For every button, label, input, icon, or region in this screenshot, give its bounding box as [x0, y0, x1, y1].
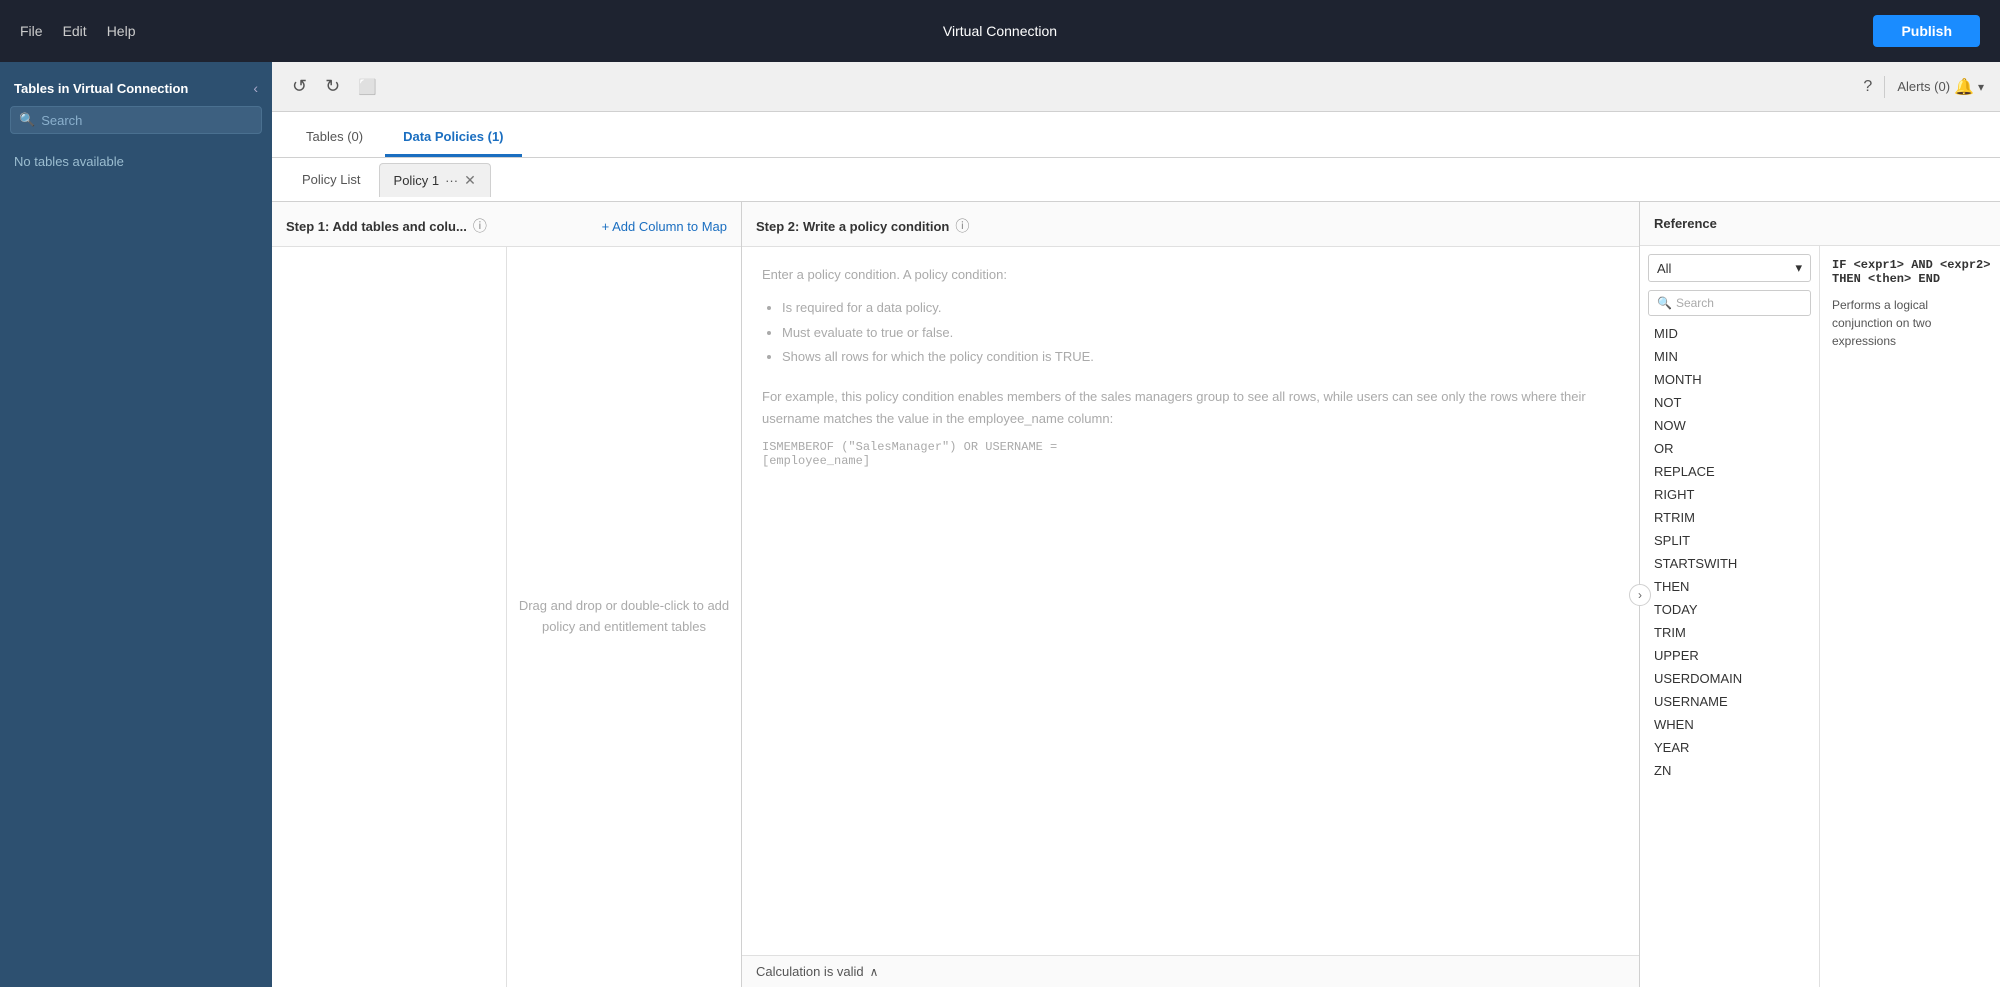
policy-example-text: For example, this policy condition enabl…: [762, 386, 1619, 430]
step1-entitlement-col: Drag and drop or double-click to addpoli…: [507, 247, 741, 987]
sidebar-collapse-button[interactable]: ‹: [253, 80, 258, 96]
right-content: ↺ ↻ ⬜ ? Alerts (0) 🔔 ▾ Tables (0) Data P…: [272, 62, 2000, 987]
reference-list: All ▾ 🔍 MIDMINMONTHNOTNOWORREPLACERIGHTR…: [1640, 246, 1820, 987]
reference-item[interactable]: ZN: [1640, 759, 1819, 782]
step1-info-icon[interactable]: ⓘ: [473, 216, 487, 236]
calculation-valid-bar: Calculation is valid ∧: [742, 955, 1639, 987]
step2-panel: Step 2: Write a policy condition ⓘ Enter…: [742, 202, 1640, 987]
toolbar-divider: [1884, 76, 1885, 98]
policy-1-tab[interactable]: Policy 1 ··· ✕: [379, 163, 491, 197]
reference-item[interactable]: TRIM: [1640, 621, 1819, 644]
policy-condition-placeholder: Enter a policy condition. A policy condi…: [762, 267, 1619, 282]
publish-button[interactable]: Publish: [1873, 15, 1980, 47]
step2-header: Step 2: Write a policy condition ⓘ: [742, 202, 1639, 247]
reference-item[interactable]: WHEN: [1640, 713, 1819, 736]
reference-item[interactable]: UPPER: [1640, 644, 1819, 667]
reference-item[interactable]: YEAR: [1640, 736, 1819, 759]
reference-item[interactable]: USERDOMAIN: [1640, 667, 1819, 690]
policy-list-tab[interactable]: Policy List: [288, 164, 375, 195]
reference-item[interactable]: NOW: [1640, 414, 1819, 437]
reference-body: All ▾ 🔍 MIDMINMONTHNOTNOWORREPLACERIGHTR…: [1640, 246, 2000, 987]
reference-item[interactable]: SPLIT: [1640, 529, 1819, 552]
alerts-chevron-icon: ▾: [1978, 80, 1984, 94]
reference-item[interactable]: STARTSWITH: [1640, 552, 1819, 575]
policy-bullet-2: Must evaluate to true or false.: [782, 321, 1619, 346]
toolbar: ↺ ↻ ⬜ ? Alerts (0) 🔔 ▾: [272, 62, 2000, 112]
reference-dropdown-value: All: [1657, 261, 1671, 276]
reference-item[interactable]: MONTH: [1640, 368, 1819, 391]
policy-tab-close-icon[interactable]: ✕: [464, 172, 476, 189]
reference-item[interactable]: OR: [1640, 437, 1819, 460]
reference-item[interactable]: RTRIM: [1640, 506, 1819, 529]
sidebar-empty-message: No tables available: [0, 146, 272, 177]
reference-items-list: MIDMINMONTHNOTNOWORREPLACERIGHTRTRIMSPLI…: [1640, 322, 1819, 987]
reference-search-box[interactable]: 🔍: [1648, 290, 1811, 316]
search-input[interactable]: [41, 113, 253, 128]
alerts-button[interactable]: Alerts (0) 🔔 ▾: [1897, 77, 1984, 97]
calc-valid-label: Calculation is valid: [756, 964, 864, 979]
tab-tables[interactable]: Tables (0): [288, 119, 381, 157]
add-column-button[interactable]: + Add Column to Map: [602, 219, 727, 234]
step1-panel: Step 1: Add tables and colu... ⓘ + Add C…: [272, 202, 742, 987]
reference-search-input[interactable]: [1676, 296, 1802, 310]
save-icon[interactable]: ⬜: [354, 74, 381, 100]
step1-policy-col: [272, 247, 507, 987]
menu-edit[interactable]: Edit: [63, 23, 87, 39]
toolbar-left: ↺ ↻ ⬜: [288, 72, 381, 101]
top-bar-menu: File Edit Help: [20, 23, 135, 39]
bell-icon: 🔔: [1954, 77, 1974, 97]
sidebar-title: Tables in Virtual Connection: [14, 81, 188, 96]
step1-header: Step 1: Add tables and colu... ⓘ + Add C…: [272, 202, 741, 247]
policy-bullet-3: Shows all rows for which the policy cond…: [782, 345, 1619, 370]
reference-detail-code: IF <expr1> AND <expr2> THEN <then> END: [1832, 258, 1988, 286]
reference-header: Reference: [1640, 202, 2000, 246]
menu-file[interactable]: File: [20, 23, 43, 39]
policy-tab-more-icon[interactable]: ···: [445, 173, 458, 188]
sidebar-header: Tables in Virtual Connection ‹: [0, 62, 272, 106]
policy-example-code: ISMEMBEROF ("SalesManager") OR USERNAME …: [762, 440, 1619, 468]
reference-search-icon: 🔍: [1657, 296, 1672, 310]
policy-1-label: Policy 1: [394, 173, 440, 188]
policy-bullet-1: Is required for a data policy.: [782, 296, 1619, 321]
reference-title: Reference: [1654, 216, 1717, 231]
step2-info-icon[interactable]: ⓘ: [955, 216, 969, 236]
reference-panel: Reference All ▾ 🔍 MIDMINMONTHNOTNOWO: [1640, 202, 2000, 987]
menu-help[interactable]: Help: [107, 23, 136, 39]
step2-body[interactable]: Enter a policy condition. A policy condi…: [742, 247, 1639, 987]
step2-title: Step 2: Write a policy condition: [756, 219, 949, 234]
step1-body: Drag and drop or double-click to addpoli…: [272, 247, 741, 987]
main-layout: Tables in Virtual Connection ‹ 🔍 No tabl…: [0, 62, 2000, 987]
drag-drop-text: Drag and drop or double-click to addpoli…: [519, 596, 729, 638]
sidebar-search-box[interactable]: 🔍: [10, 106, 262, 134]
reference-item[interactable]: TODAY: [1640, 598, 1819, 621]
search-icon: 🔍: [19, 112, 35, 128]
policy-bullets-list: Is required for a data policy. Must eval…: [762, 296, 1619, 370]
reference-dropdown-arrow-icon: ▾: [1795, 260, 1802, 276]
toolbar-right: ? Alerts (0) 🔔 ▾: [1863, 76, 1984, 98]
tabs-bar: Tables (0) Data Policies (1): [272, 112, 2000, 158]
sidebar: Tables in Virtual Connection ‹ 🔍 No tabl…: [0, 62, 272, 987]
redo-icon[interactable]: ↻: [321, 72, 344, 101]
step1-title: Step 1: Add tables and colu...: [286, 219, 467, 234]
reference-item[interactable]: MID: [1640, 322, 1819, 345]
reference-item[interactable]: THEN: [1640, 575, 1819, 598]
step2-expand-arrow[interactable]: ›: [1629, 584, 1651, 606]
reference-item[interactable]: USERNAME: [1640, 690, 1819, 713]
reference-detail-description: Performs a logical conjunction on two ex…: [1832, 296, 1988, 350]
reference-item[interactable]: NOT: [1640, 391, 1819, 414]
calc-valid-chevron-icon[interactable]: ∧: [870, 965, 879, 979]
reference-dropdown[interactable]: All ▾: [1648, 254, 1811, 282]
policy-tabs-bar: Policy List Policy 1 ··· ✕: [272, 158, 2000, 202]
help-icon[interactable]: ?: [1863, 78, 1872, 96]
alerts-label: Alerts (0): [1897, 79, 1950, 94]
reference-detail: IF <expr1> AND <expr2> THEN <then> END P…: [1820, 246, 2000, 987]
reference-item[interactable]: REPLACE: [1640, 460, 1819, 483]
undo-icon[interactable]: ↺: [288, 72, 311, 101]
tab-data-policies[interactable]: Data Policies (1): [385, 119, 521, 157]
top-bar: File Edit Help Virtual Connection Publis…: [0, 0, 2000, 62]
reference-item[interactable]: MIN: [1640, 345, 1819, 368]
app-title: Virtual Connection: [943, 23, 1057, 39]
step-panels: Step 1: Add tables and colu... ⓘ + Add C…: [272, 202, 2000, 987]
reference-item[interactable]: RIGHT: [1640, 483, 1819, 506]
